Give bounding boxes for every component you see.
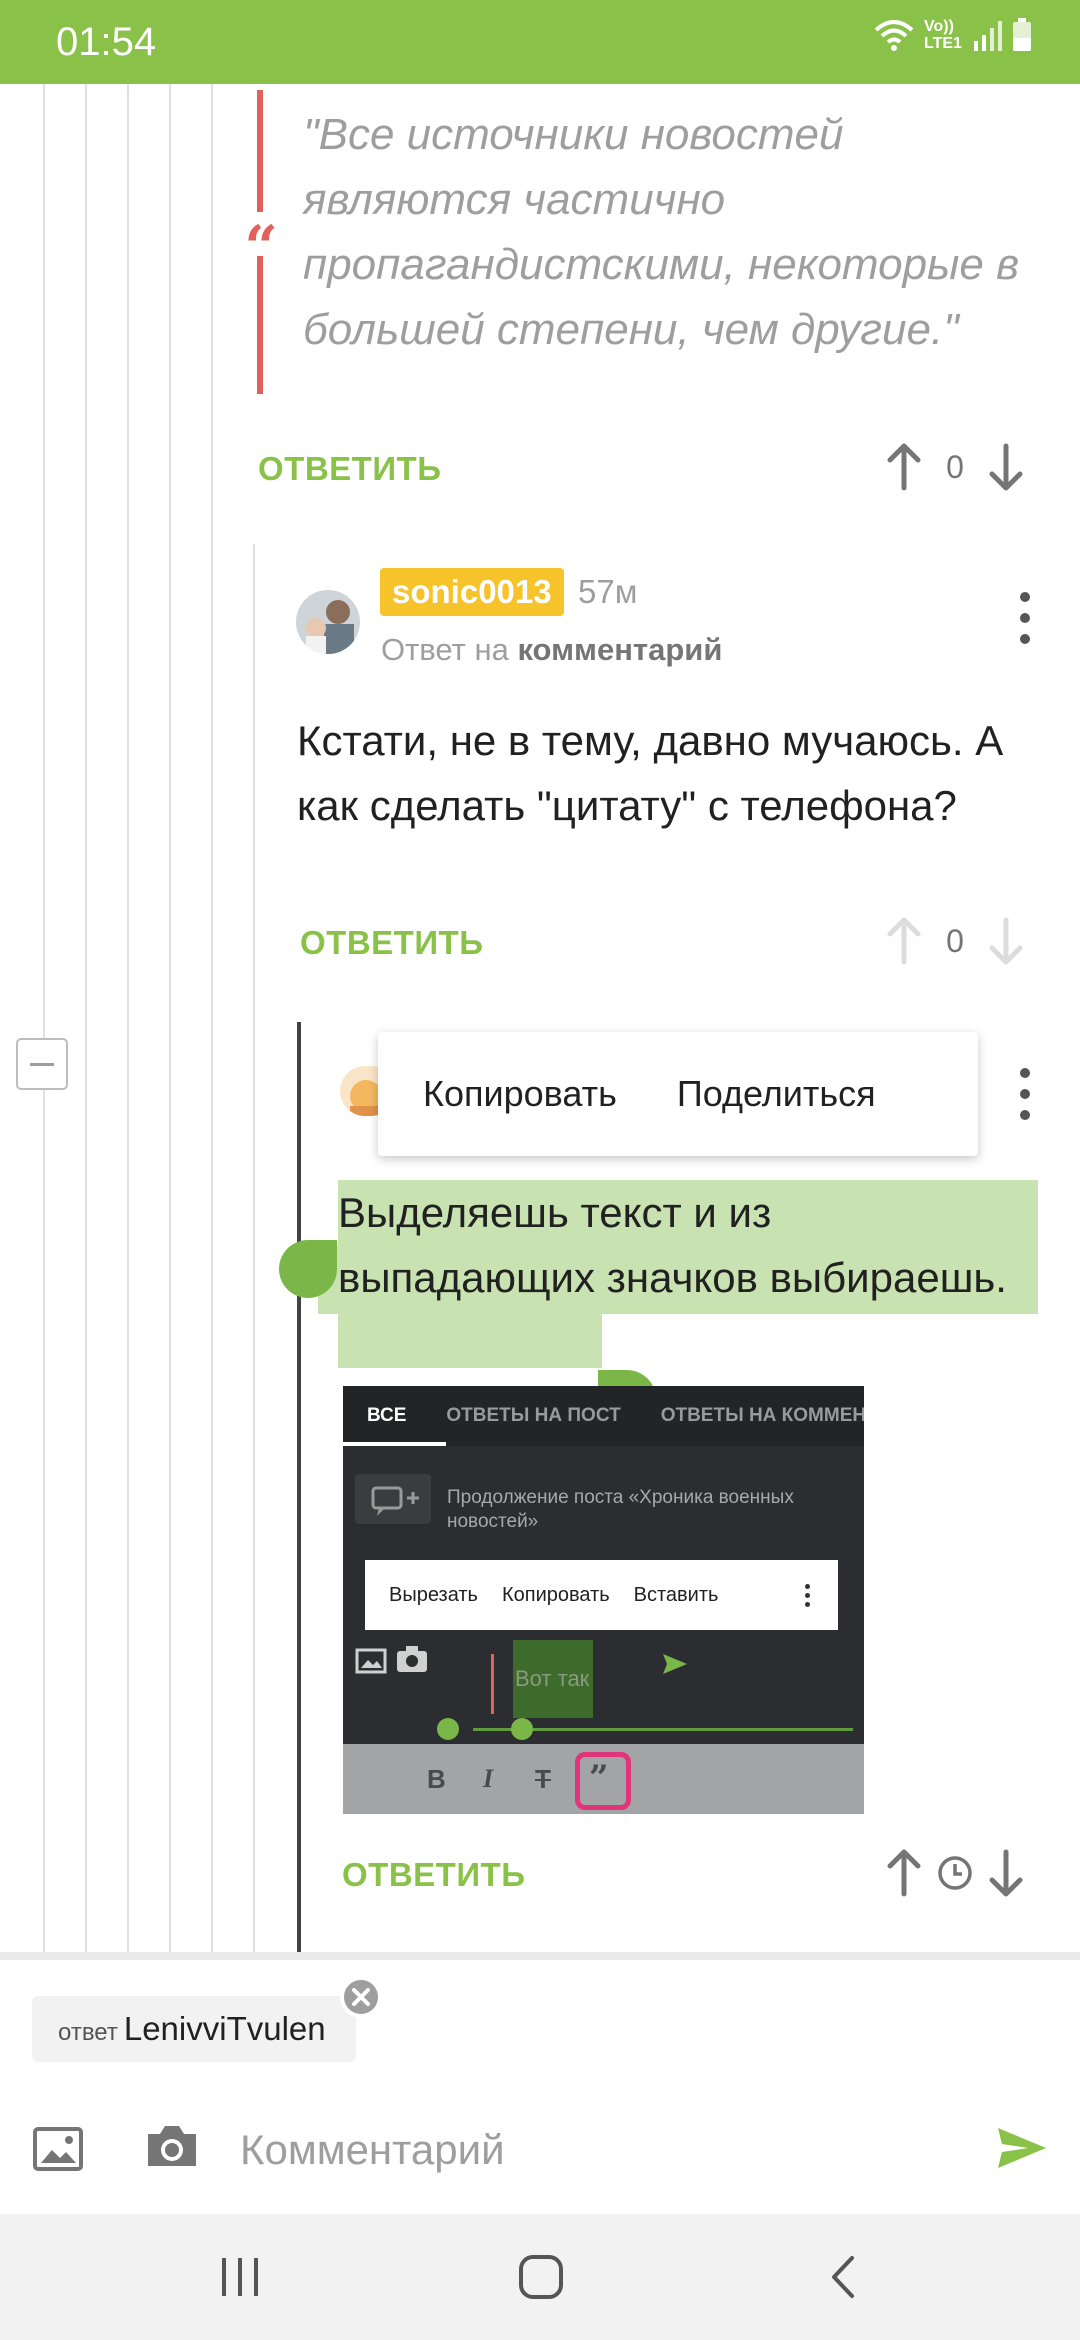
vote-count: 0 — [946, 922, 964, 959]
arrow-up-icon[interactable] — [884, 442, 924, 492]
italic-icon: I — [483, 1764, 494, 1793]
arrow-down-icon[interactable] — [986, 442, 1026, 492]
screenshot-post-continuation: Продолжение поста «Хроника военных новос… — [447, 1487, 794, 1532]
text-selection — [338, 1314, 602, 1368]
share-menu-item[interactable]: Поделиться — [632, 1073, 891, 1115]
screenshot-menu-item: Вставить — [633, 1583, 719, 1606]
back-icon[interactable] — [828, 2254, 858, 2300]
reply-button[interactable]: ОТВЕТИТЬ — [258, 450, 441, 488]
comment-time: 57м — [578, 573, 638, 610]
selection-start-handle[interactable] — [279, 1240, 337, 1298]
wifi-icon — [874, 20, 914, 51]
quote-text: "Все источники новостей являются частичн… — [303, 110, 1020, 354]
reply-to-prefix: Ответ на — [381, 632, 509, 667]
status-bar: 01:54 Vo)) LTE1 — [0, 0, 1080, 84]
image-icon — [355, 1648, 387, 1674]
screenshot-menu-item: Копировать — [501, 1583, 610, 1606]
more-icon[interactable] — [1010, 592, 1040, 644]
quote-mark-icon: “ — [238, 212, 284, 281]
arrow-up-icon[interactable] — [884, 916, 924, 966]
arrow-down-icon[interactable] — [986, 916, 1026, 966]
reply-button[interactable]: ОТВЕТИТЬ — [342, 1856, 525, 1894]
quote-bar — [491, 1654, 494, 1714]
comment-text: Кстати, не в тему, давно мучаюсь. А как … — [297, 717, 1004, 829]
network-label: Vo)) LTE1 — [924, 18, 962, 52]
vote-count: 0 — [946, 448, 964, 485]
arrow-up-icon[interactable] — [884, 1848, 924, 1898]
new-post-icon — [355, 1474, 431, 1524]
selection-handle — [437, 1718, 459, 1740]
comment-input[interactable] — [240, 2120, 960, 2180]
thread-bar — [297, 1022, 301, 1952]
reply-button[interactable]: ОТВЕТИТЬ — [300, 924, 483, 962]
screenshot-menu-item: Вырезать — [389, 1583, 478, 1606]
vote-controls: 0 — [884, 916, 1026, 966]
reply-text: Выделяешь текст и из выпадающих значков … — [338, 1189, 1007, 1301]
home-icon[interactable] — [518, 2254, 564, 2300]
close-icon[interactable] — [340, 1976, 382, 2018]
selection-handle — [511, 1718, 533, 1740]
screenshot-tab: ОТВЕТЫ НА КОММЕНТАРИИ — [660, 1405, 864, 1426]
screenshot-tab: ВСЕ — [367, 1405, 407, 1426]
image-icon[interactable] — [32, 2126, 84, 2172]
status-time: 01:54 — [56, 20, 157, 64]
system-nav-bar — [0, 2214, 1080, 2340]
arrow-down-icon[interactable] — [986, 1848, 1026, 1898]
send-icon[interactable] — [996, 2126, 1048, 2170]
reply-to-chip: ответ LenivviTvulen — [32, 1996, 356, 2062]
text-context-menu: Копировать Поделиться — [378, 1032, 978, 1156]
composer-divider — [0, 1952, 1080, 1960]
screenshot-tabs: ВСЕ ОТВЕТЫ НА ПОСТ ОТВЕТЫ НА КОММЕНТАРИИ — [343, 1386, 864, 1446]
reply-to-link[interactable]: комментарий — [517, 632, 722, 667]
camera-icon — [397, 1646, 427, 1672]
screenshot-sample-text: Вот так — [515, 1666, 590, 1691]
bold-icon: B — [427, 1764, 446, 1794]
collapse-thread-button[interactable] — [16, 1038, 68, 1090]
embedded-screenshot[interactable]: ВСЕ ОТВЕТЫ НА ПОСТ ОТВЕТЫ НА КОММЕНТАРИИ… — [343, 1386, 864, 1814]
copy-menu-item[interactable]: Копировать — [378, 1073, 632, 1115]
status-icons: Vo)) LTE1 — [874, 18, 1032, 52]
clock-icon — [938, 1856, 972, 1890]
more-icon[interactable] — [1010, 1068, 1040, 1120]
screenshot-tab-underline — [343, 1442, 446, 1446]
author-nick[interactable]: sonic0013 — [380, 568, 564, 616]
thread-indent-lines — [43, 84, 255, 1960]
screenshot-edit-menu: Вырезать Копировать Вставить — [365, 1560, 838, 1630]
reply-chip-user: LenivviTvulen — [123, 2010, 326, 2047]
vote-controls: 0 — [884, 442, 1026, 492]
screenshot-tab: ОТВЕТЫ НА ПОСТ — [446, 1405, 621, 1426]
strikethrough-icon: T — [535, 1764, 551, 1794]
vote-controls — [884, 1848, 1026, 1898]
reply-chip-prefix: ответ — [58, 2019, 118, 2046]
reply-to-info: Ответ на комментарий — [381, 632, 722, 668]
highlight-annotation — [575, 1752, 631, 1810]
send-icon — [663, 1654, 687, 1674]
more-icon — [805, 1583, 810, 1607]
avatar[interactable] — [296, 590, 360, 654]
signal-icon — [974, 21, 1002, 51]
battery-icon — [1013, 18, 1031, 51]
camera-icon[interactable] — [144, 2120, 200, 2172]
recent-apps-icon[interactable] — [218, 2256, 262, 2298]
